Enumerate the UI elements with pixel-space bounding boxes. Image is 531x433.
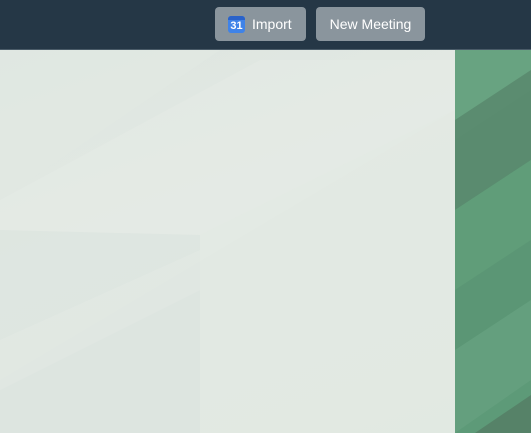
background-pattern	[0, 50, 455, 433]
import-button[interactable]: 31 Import	[215, 7, 306, 41]
calendar-icon-number: 31	[230, 20, 243, 32]
google-calendar-icon: 31	[228, 16, 245, 33]
right-panel-pattern	[455, 50, 531, 433]
main-content-area	[0, 50, 455, 433]
right-background-panel	[455, 50, 531, 433]
new-meeting-button[interactable]: New Meeting	[316, 7, 425, 41]
top-toolbar: 31 Import New Meeting	[0, 0, 531, 50]
import-button-label: Import	[252, 16, 292, 32]
app-window: 31 Import New Meeting	[0, 0, 531, 433]
